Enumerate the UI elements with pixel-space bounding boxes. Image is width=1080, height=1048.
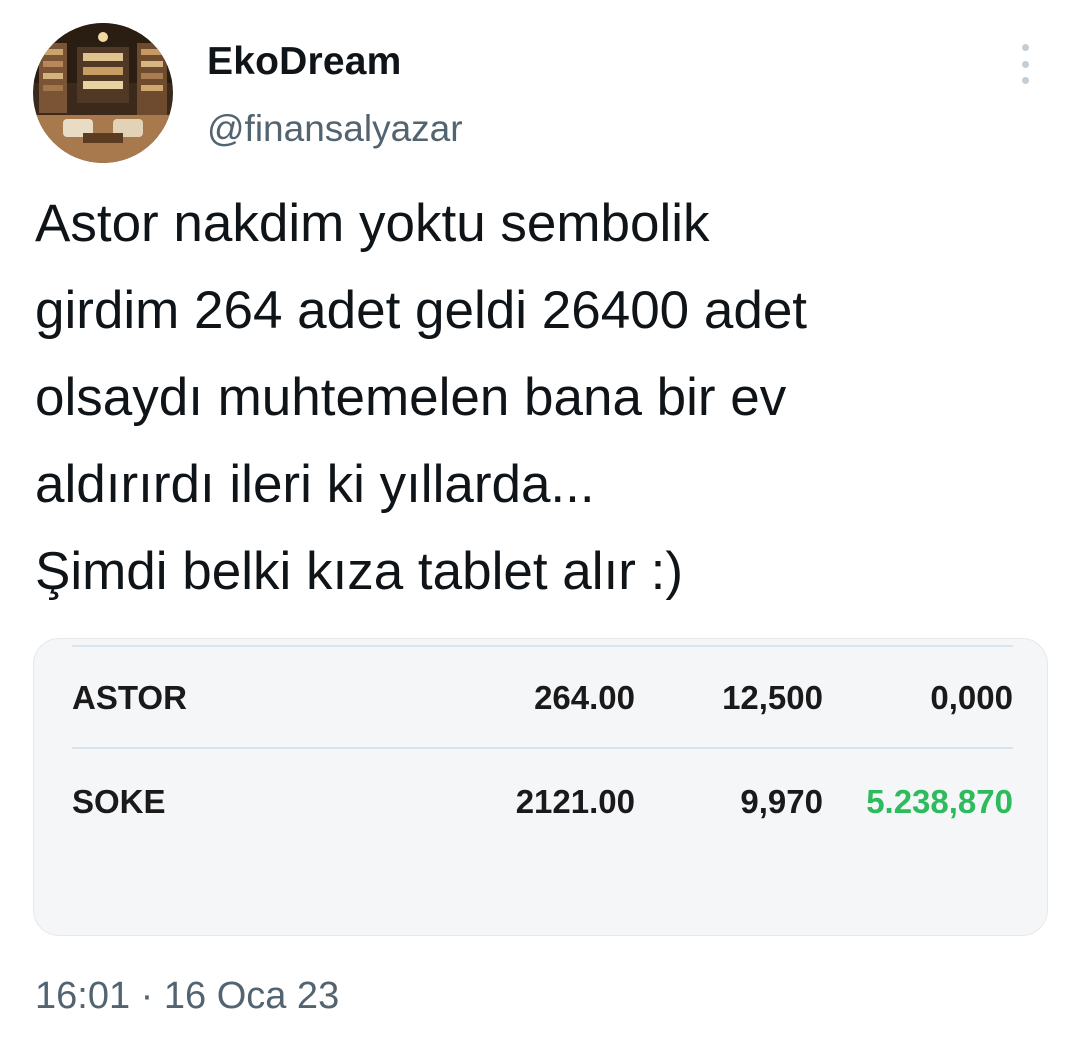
divider [72, 645, 1013, 647]
stock-price: 264.00 [534, 679, 635, 716]
stock-price: 2121.00 [515, 783, 635, 820]
tweet-text-line: aldırırdı ileri ki yıllarda... [35, 455, 595, 514]
more-vertical-icon[interactable] [1010, 44, 1040, 84]
stock-quantity: 12,500 [722, 679, 823, 716]
stock-symbol: ASTOR [72, 679, 187, 716]
author-display-name[interactable]: EkoDream [207, 40, 402, 84]
tweet-text-line: olsaydı muhtemelen bana bir ev [35, 368, 787, 427]
library-room-photo-avatar-icon [33, 23, 173, 163]
avatar[interactable] [33, 23, 173, 163]
more-dot [1021, 77, 1029, 84]
portfolio-row-soke: SOKE 2121.00 9,970 5.238,870 [34, 777, 1047, 827]
more-dot [1021, 60, 1029, 68]
tweet-text-line: Astor nakdim yoktu sembolik [35, 194, 710, 253]
author-username[interactable]: @finansalyazar [207, 108, 463, 150]
stock-symbol: SOKE [72, 783, 166, 820]
portfolio-screenshot-card[interactable]: ASTOR 264.00 12,500 0,000 SOKE 2121.00 9… [33, 638, 1048, 936]
stock-value: 0,000 [930, 679, 1013, 716]
more-dot [1021, 44, 1029, 51]
stock-value: 5.238,870 [866, 783, 1013, 820]
tweet-text-line: girdim 264 adet geldi 26400 adet [35, 281, 808, 340]
tweet-text: Astor nakdim yoktu sembolik girdim 264 a… [35, 180, 1055, 615]
stock-quantity: 9,970 [740, 783, 823, 820]
tweet-timestamp[interactable]: 16:01 · 16 Oca 23 [35, 975, 339, 1018]
portfolio-row-astor: ASTOR 264.00 12,500 0,000 [34, 673, 1047, 723]
tweet-text-line: Şimdi belki kıza tablet alır :) [35, 542, 684, 601]
divider [72, 747, 1013, 749]
